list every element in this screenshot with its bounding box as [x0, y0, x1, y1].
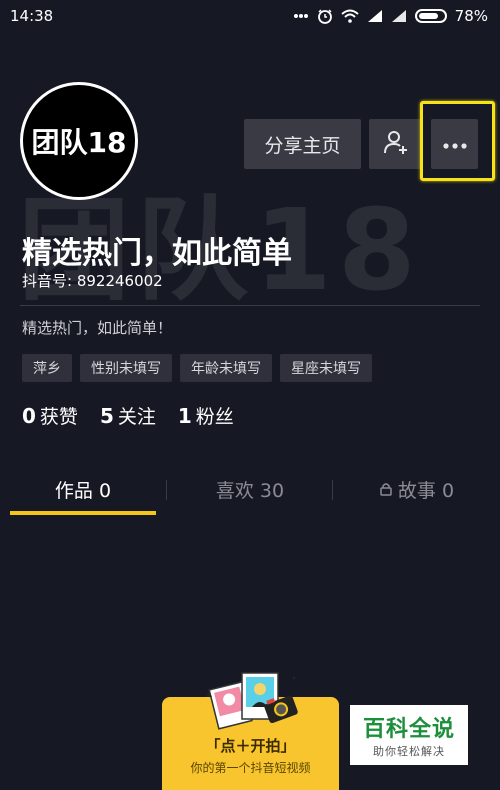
tag-gender[interactable]: 性别未填写: [80, 354, 172, 382]
logo-main-text: 百科全说: [362, 717, 455, 742]
stat-likes-count: 0: [22, 404, 36, 428]
lock-icon: [380, 482, 392, 496]
tab-works[interactable]: 作品 0: [10, 460, 156, 518]
site-logo: 百科全说 助你轻松解决: [350, 705, 468, 765]
divider: [20, 305, 480, 306]
signal-icon: [367, 9, 383, 23]
alarm-icon: [317, 8, 333, 24]
avatar[interactable]: 团队18: [20, 82, 138, 200]
tag-age[interactable]: 年龄未填写: [180, 354, 272, 382]
stat-likes-label: 获赞: [39, 406, 78, 428]
profile-tabs: 作品 0 喜欢 30 故事 0: [0, 460, 500, 520]
share-profile-button[interactable]: 分享主页: [244, 119, 361, 169]
battery-percent: 78%: [454, 7, 488, 25]
dots-icon: [293, 13, 309, 19]
tab-active-indicator: [10, 511, 156, 515]
tab-story[interactable]: 故事 0: [334, 460, 500, 518]
tab-separator: [166, 480, 167, 500]
stat-following-label: 关注: [117, 406, 156, 428]
status-time: 14:38: [10, 7, 54, 25]
status-icons: 78%: [293, 7, 488, 25]
stat-following-count: 5: [99, 404, 114, 428]
tag-constellation[interactable]: 星座未填写: [280, 354, 372, 382]
camera-illustration-icon: [206, 672, 298, 730]
stat-likes[interactable]: 0 获赞: [22, 402, 78, 429]
wifi-icon: [340, 9, 359, 23]
profile-stats: 0 获赞 5 关注 1 粉丝: [22, 402, 234, 429]
signal-icon: [391, 9, 407, 23]
stat-fans[interactable]: 1 粉丝: [178, 402, 234, 429]
stat-fans-label: 粉丝: [195, 406, 234, 428]
cta-title: 「点＋开拍」: [205, 737, 296, 755]
profile-bio: 精选热门，如此简单！: [22, 319, 173, 337]
tab-likes[interactable]: 喜欢 30: [170, 460, 330, 518]
tab-story-label: 故事 0: [397, 479, 455, 502]
profile-nickname: 精选热门，如此简单: [22, 236, 292, 271]
add-friend-button[interactable]: [369, 119, 423, 169]
shoot-cta-button[interactable]: 「点＋开拍」 你的第一个抖音短视频: [162, 672, 339, 790]
profile-header: 团队18 团队18 分享主页 精选热门，如此简单 抖音号: 892246002 …: [0, 32, 500, 460]
status-bar: 14:38 78%: [0, 0, 500, 32]
profile-tags: 萍乡 性别未填写 年龄未填写 星座未填写: [22, 354, 372, 382]
stat-fans-count: 1: [177, 404, 192, 428]
highlight-annotation: [420, 101, 495, 181]
tag-location[interactable]: 萍乡: [22, 354, 72, 382]
battery-icon: [414, 9, 447, 23]
cta-subtitle: 你的第一个抖音短视频: [190, 761, 311, 775]
logo-sub-text: 助你轻松解决: [373, 745, 445, 758]
stat-following[interactable]: 5 关注: [100, 402, 156, 429]
tab-separator: [332, 480, 333, 500]
douyin-id: 抖音号: 892246002: [22, 272, 163, 290]
add-user-icon: [382, 128, 410, 160]
